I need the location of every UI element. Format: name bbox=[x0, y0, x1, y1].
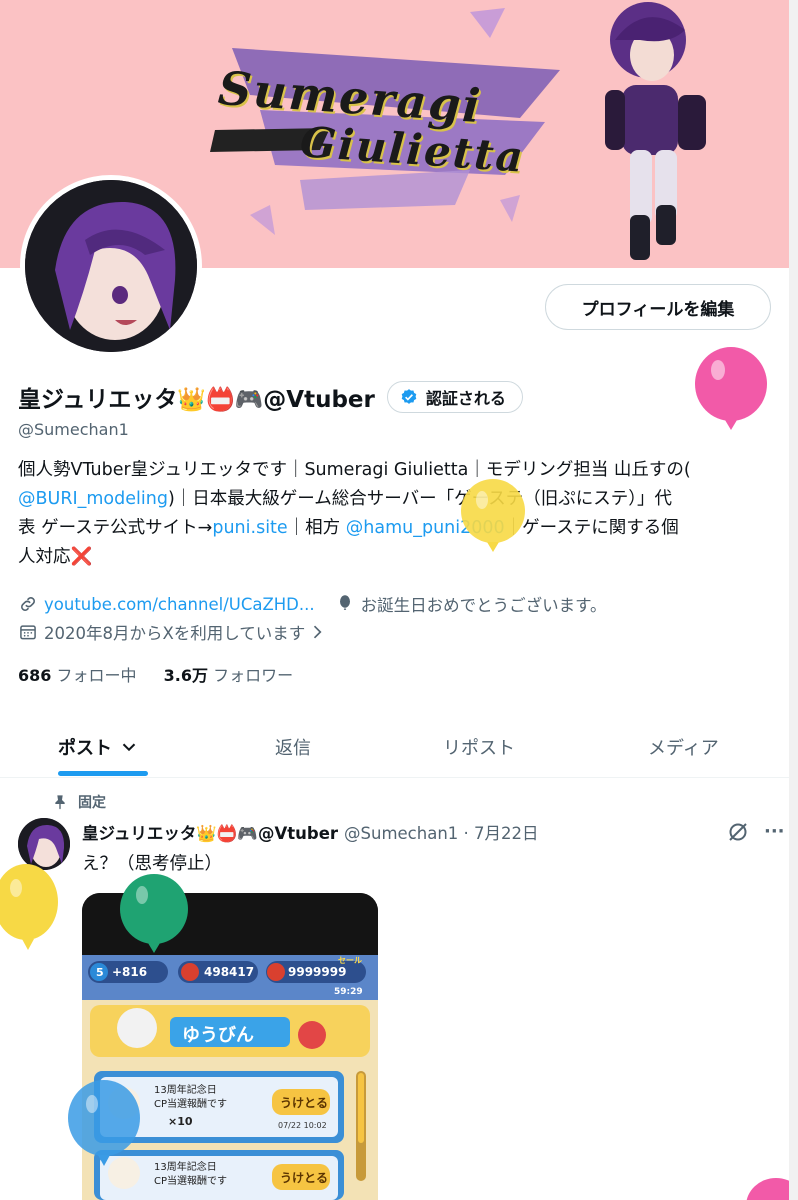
following-label: フォロー中 bbox=[56, 666, 137, 685]
game-level: 5 bbox=[96, 966, 104, 979]
tab-posts[interactable]: ポスト bbox=[58, 716, 140, 778]
chevron-right-icon[interactable] bbox=[307, 622, 327, 642]
verified-badge-icon bbox=[401, 389, 417, 404]
tab-reposts[interactable]: リポスト bbox=[443, 716, 515, 778]
bio-line-3-text-c: ｜ゲーステに関する個 bbox=[504, 518, 679, 538]
joined-date[interactable]: 2020年8月からXを利用しています bbox=[44, 620, 305, 644]
tab-media[interactable]: メディア bbox=[648, 716, 719, 778]
bio-line-3: 表 ゲーステ公式サイト→puni.site｜相方 @hamu_puni2000｜… bbox=[18, 514, 778, 543]
grok-icon[interactable] bbox=[726, 820, 750, 844]
profile-tabs: ポスト 返信 リポスト メディア bbox=[0, 716, 798, 778]
post-text: え？（思考停止） bbox=[82, 854, 222, 874]
follow-stats: 686 フォロー中 3.6万 フォロワー bbox=[18, 662, 293, 686]
followers-label: フォロワー bbox=[213, 666, 294, 685]
bio-line-2-text: )｜日本最大級ゲーム総合サーバー「ゲーステ（旧ぷにステ）」代 bbox=[167, 489, 672, 509]
get-verified-button[interactable]: 認証される bbox=[386, 381, 523, 413]
tab-replies[interactable]: 返信 bbox=[275, 716, 311, 778]
balloon-birthday-icon bbox=[339, 595, 350, 610]
bio-line-3-text-a: 表 ゲーステ公式サイト→ bbox=[18, 518, 213, 538]
followers-link[interactable]: 3.6万 フォロワー bbox=[164, 666, 293, 685]
game-coins: 498417 bbox=[204, 965, 255, 979]
followers-count: 3.6万 bbox=[163, 666, 208, 685]
more-options-icon[interactable]: ··· bbox=[764, 820, 788, 844]
game-timer: 59:29 bbox=[334, 987, 363, 997]
link-icon bbox=[21, 597, 35, 611]
mail-item-1-title2: CP当選報酬です bbox=[154, 1099, 228, 1110]
mail-item-1-title1: 13周年記念日 bbox=[154, 1085, 217, 1096]
balloon-green-decoration bbox=[120, 874, 188, 953]
post-author-name[interactable]: 皇ジュリエッタ👑📛🎮@Vtuber bbox=[82, 820, 338, 844]
game-event-tag: セール bbox=[338, 956, 362, 965]
avatar-image bbox=[25, 180, 197, 352]
bio-line-4: 人対応❌ bbox=[18, 547, 93, 567]
game-stamina: +816 bbox=[112, 965, 148, 979]
balloon-pink-decoration bbox=[695, 347, 767, 430]
meta-row-1: youtube.com/channel/UCaZHD... お誕生日おめでとうご… bbox=[18, 592, 606, 616]
bio-mention-buri[interactable]: @BURI_modeling bbox=[18, 489, 168, 509]
bio-link-puni-site[interactable]: puni.site bbox=[212, 518, 287, 538]
post-actions-top: ··· bbox=[712, 820, 788, 844]
user-handle: @Sumechan1 bbox=[18, 420, 129, 439]
calendar-icon bbox=[20, 625, 36, 640]
birthday-text: お誕生日おめでとうございます。 bbox=[360, 596, 607, 615]
balloon-yellow-decoration bbox=[461, 479, 525, 552]
following-count: 686 bbox=[18, 666, 52, 685]
post-header: 皇ジュリエッタ👑📛🎮@Vtuber @Sumechan1 · 7月22日 bbox=[82, 820, 539, 844]
mail-item-2-claim-button[interactable]: うけとる bbox=[280, 1169, 328, 1186]
bio-line-3-text-b: ｜相方 bbox=[287, 518, 346, 538]
game-gems: 9999999 bbox=[288, 965, 347, 979]
bio-line-2: @BURI_modeling)｜日本最大級ゲーム総合サーバー「ゲーステ（旧ぷにス… bbox=[18, 485, 778, 514]
website-link[interactable]: youtube.com/channel/UCaZHD... bbox=[44, 595, 315, 614]
mailbox-title: ゆうびん bbox=[182, 1025, 254, 1046]
display-name: 皇ジュリエッタ👑📛🎮@Vtuber bbox=[18, 387, 375, 413]
mail-item-2-title2: CP当選報酬です bbox=[154, 1176, 228, 1187]
profile-bio: 個人勢VTuber皇ジュリエッタです｜Sumeragi Giulietta｜モデ… bbox=[18, 456, 778, 572]
pinned-indicator: 固定 bbox=[52, 792, 106, 812]
bio-line-1: 個人勢VTuber皇ジュリエッタです｜Sumeragi Giulietta｜モデ… bbox=[18, 460, 691, 480]
pinned-label: 固定 bbox=[78, 795, 106, 811]
meta-row-2: 2020年8月からXを利用しています bbox=[18, 620, 333, 644]
mail-item-2-title1: 13周年記念日 bbox=[154, 1162, 217, 1173]
profile-avatar[interactable] bbox=[20, 175, 202, 357]
balloon-yellow-left-decoration bbox=[0, 864, 58, 950]
get-verified-label: 認証される bbox=[425, 389, 506, 408]
mail-item-1-date: 07/22 10:02 bbox=[278, 1121, 327, 1130]
balloon-blue-decoration bbox=[68, 1080, 140, 1166]
following-link[interactable]: 686 フォロー中 bbox=[18, 666, 137, 685]
tab-posts-label: ポスト bbox=[58, 738, 112, 759]
chevron-down-icon[interactable] bbox=[118, 736, 140, 758]
name-row: 皇ジュリエッタ👑📛🎮@Vtuber 認証される bbox=[18, 380, 523, 414]
mail-item-1-claim-button[interactable]: うけとる bbox=[280, 1094, 328, 1111]
post-author-meta[interactable]: @Sumechan1 · 7月22日 bbox=[344, 820, 538, 844]
active-tab-indicator bbox=[58, 771, 148, 776]
mail-item-1-qty: ×10 bbox=[168, 1115, 193, 1128]
vertical-scrollbar[interactable] bbox=[789, 0, 798, 1200]
pin-icon bbox=[55, 795, 65, 810]
edit-profile-button[interactable]: プロフィールを編集 bbox=[545, 284, 771, 330]
